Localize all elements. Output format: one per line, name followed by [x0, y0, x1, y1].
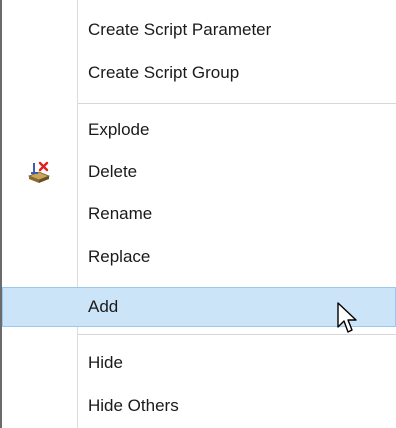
menu-item-label: Create Script Group [88, 63, 240, 82]
menu-item-label: Add [88, 297, 119, 316]
menu-item-hide[interactable]: Hide [2, 343, 396, 383]
menu-item-label: Delete [88, 162, 138, 181]
menu-item-hide-others[interactable]: Hide Others [2, 386, 396, 426]
menu-item-label: Hide [88, 353, 123, 372]
menu-item-label: Replace [88, 247, 151, 266]
mouse-pointer-icon [337, 302, 357, 333]
menu-item-label: Explode [88, 120, 150, 139]
context-menu: Create Script Parameter Create Script Gr… [0, 0, 396, 428]
menu-item-explode[interactable]: Explode [2, 110, 396, 150]
menu-separator [78, 103, 396, 104]
menu-item-create-script-parameter[interactable]: Create Script Parameter [2, 10, 396, 50]
menu-item-create-script-group[interactable]: Create Script Group [2, 53, 396, 93]
menu-item-replace[interactable]: Replace [2, 237, 396, 277]
menu-item-delete[interactable]: Delete [2, 152, 396, 192]
menu-item-label: Create Script Parameter [88, 20, 272, 39]
menu-item-rename[interactable]: Rename [2, 194, 396, 234]
menu-item-label: Rename [88, 204, 153, 223]
delete-icon [27, 161, 51, 183]
menu-item-label: Hide Others [88, 396, 179, 415]
